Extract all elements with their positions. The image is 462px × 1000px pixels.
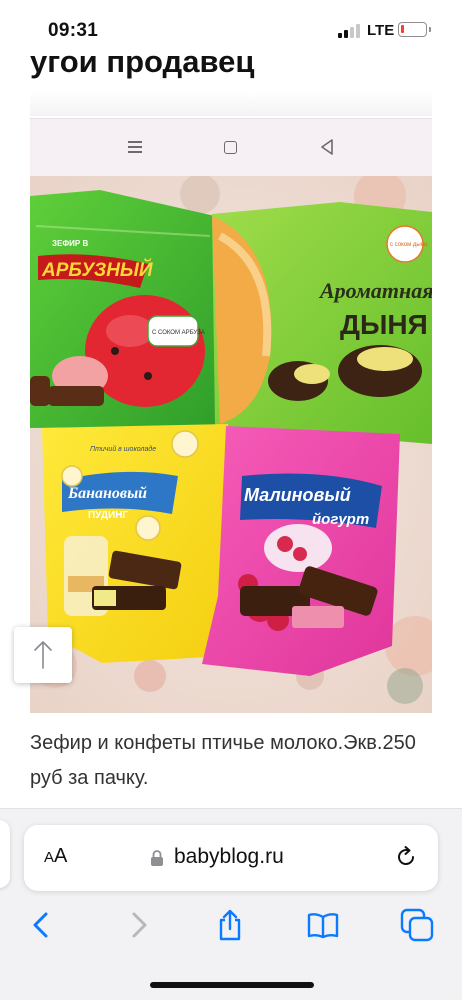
chevron-right-icon [132, 912, 147, 938]
text-size-button[interactable]: AA [44, 845, 67, 868]
melon-badge: с соком дыни [390, 242, 427, 248]
square-icon [220, 137, 242, 157]
menu-icon [124, 137, 146, 157]
previous-tab-peek[interactable] [0, 820, 10, 888]
product-photo: АРБУЗНЫЙ ЗЕФИР В С СОКОМ АРБУЗА Ароматна… [30, 176, 432, 713]
banana-brand: Птичий в шоколаде [90, 445, 156, 453]
status-time: 09:31 [48, 20, 99, 41]
bookmarks-button[interactable] [306, 908, 340, 942]
reload-icon[interactable] [393, 844, 419, 870]
page-heading: угои продавец [30, 44, 255, 79]
tabs-icon [400, 908, 434, 942]
lock-icon [151, 850, 163, 866]
watermelon-title: АРБУЗНЫЙ [41, 259, 153, 281]
battery-level [401, 25, 404, 33]
content-divider [30, 92, 432, 116]
forward-button[interactable] [121, 908, 155, 942]
melon-title-1: Ароматная [318, 278, 432, 303]
scroll-to-top-button[interactable] [14, 627, 72, 683]
address-bar[interactable]: AA babyblog.ru [24, 825, 438, 891]
chevron-left-icon [33, 912, 48, 938]
share-icon [219, 909, 241, 941]
banana-title-2: ПУДИНГ [88, 510, 128, 521]
tabs-button[interactable] [400, 908, 434, 942]
share-button[interactable] [213, 908, 247, 942]
photo-caption: Зефир и конфеты птичье молоко.Экв.250 ру… [30, 732, 416, 789]
raspberry-title-2: йогурт [312, 511, 369, 528]
network-type: LTE [367, 22, 395, 39]
book-icon [307, 913, 339, 939]
home-indicator [150, 982, 314, 988]
watermelon-badge: С СОКОМ АРБУЗА [152, 330, 205, 336]
cellular-signal-icon [338, 24, 362, 38]
watermelon-brand: ЗЕФИР В [52, 239, 88, 248]
url-text[interactable]: babyblog.ru [174, 845, 284, 869]
battery-icon [398, 22, 431, 37]
back-triangle-icon [316, 137, 338, 157]
arrow-up-icon [34, 641, 52, 669]
banana-title-1: Банановый [67, 485, 147, 502]
back-button[interactable] [25, 908, 59, 942]
raspberry-title-1: Малиновый [244, 485, 351, 505]
status-bar: 09:31 LTE [0, 0, 462, 50]
melon-title-2: ДЫНЯ [340, 309, 428, 340]
embedded-android-nav-bar [30, 118, 432, 176]
